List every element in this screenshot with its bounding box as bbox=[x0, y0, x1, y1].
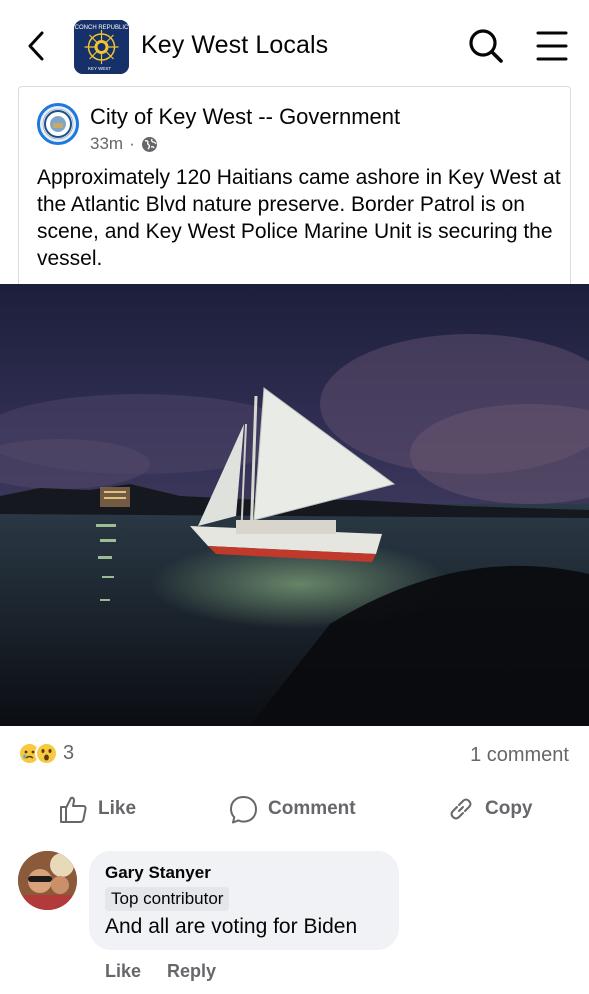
shared-post-card[interactable]: City of Key West -- Government 33m · App… bbox=[18, 86, 571, 286]
back-chevron-icon bbox=[28, 31, 44, 61]
speech-bubble-icon bbox=[230, 795, 257, 823]
comment-count-link[interactable]: 1 comment bbox=[470, 744, 569, 767]
like-label: Like bbox=[98, 798, 137, 819]
like-button[interactable]: Like bbox=[58, 790, 136, 828]
commenter-avatar[interactable] bbox=[18, 851, 77, 910]
menu-button[interactable] bbox=[534, 28, 570, 64]
meta-separator: · bbox=[129, 134, 135, 153]
comment-button[interactable]: Comment bbox=[228, 790, 356, 828]
page-avatar[interactable] bbox=[37, 103, 79, 145]
post-photo[interactable] bbox=[0, 284, 589, 726]
post-text: Approximately 120 Haitians came ashore i… bbox=[37, 166, 561, 270]
group-logo[interactable]: CONCH REPUBLIC KEY WEST bbox=[74, 20, 129, 74]
top-bar: CONCH REPUBLIC KEY WEST Key West Locals bbox=[0, 0, 589, 86]
wow-emoji-icon bbox=[35, 742, 58, 765]
top-contributor-badge[interactable]: Top contributor bbox=[105, 887, 230, 911]
comment-actions: Like Reply bbox=[105, 961, 216, 982]
post-meta: 33m · bbox=[90, 134, 158, 154]
comment-like-link[interactable]: Like bbox=[105, 961, 141, 982]
copy-button[interactable]: Copy bbox=[446, 790, 533, 828]
comment-label: Comment bbox=[268, 798, 356, 819]
globe-icon bbox=[141, 136, 157, 152]
search-icon bbox=[469, 29, 503, 63]
hamburger-menu-icon bbox=[536, 31, 568, 61]
reaction-summary[interactable]: 3 bbox=[18, 742, 74, 765]
action-bar: Like Comment Copy bbox=[0, 790, 589, 828]
post-time[interactable]: 33m bbox=[90, 134, 123, 154]
comment-bubble[interactable]: Gary Stanyer Top contributor And all are… bbox=[89, 851, 399, 950]
group-title[interactable]: Key West Locals bbox=[141, 31, 328, 60]
comment-reply-link[interactable]: Reply bbox=[167, 961, 216, 982]
page-name[interactable]: City of Key West -- Government bbox=[90, 104, 400, 130]
commenter-name[interactable]: Gary Stanyer bbox=[105, 863, 383, 883]
thumbs-up-icon bbox=[60, 796, 87, 823]
reaction-count: 3 bbox=[63, 742, 75, 764]
logo-text-bottom: KEY WEST bbox=[88, 66, 111, 71]
search-button[interactable] bbox=[466, 26, 506, 66]
comment-text: And all are voting for Biden bbox=[105, 915, 358, 938]
logo-text-top: CONCH REPUBLIC bbox=[75, 25, 129, 31]
back-button[interactable] bbox=[18, 28, 54, 64]
link-icon bbox=[450, 798, 472, 820]
copy-label: Copy bbox=[485, 798, 533, 819]
